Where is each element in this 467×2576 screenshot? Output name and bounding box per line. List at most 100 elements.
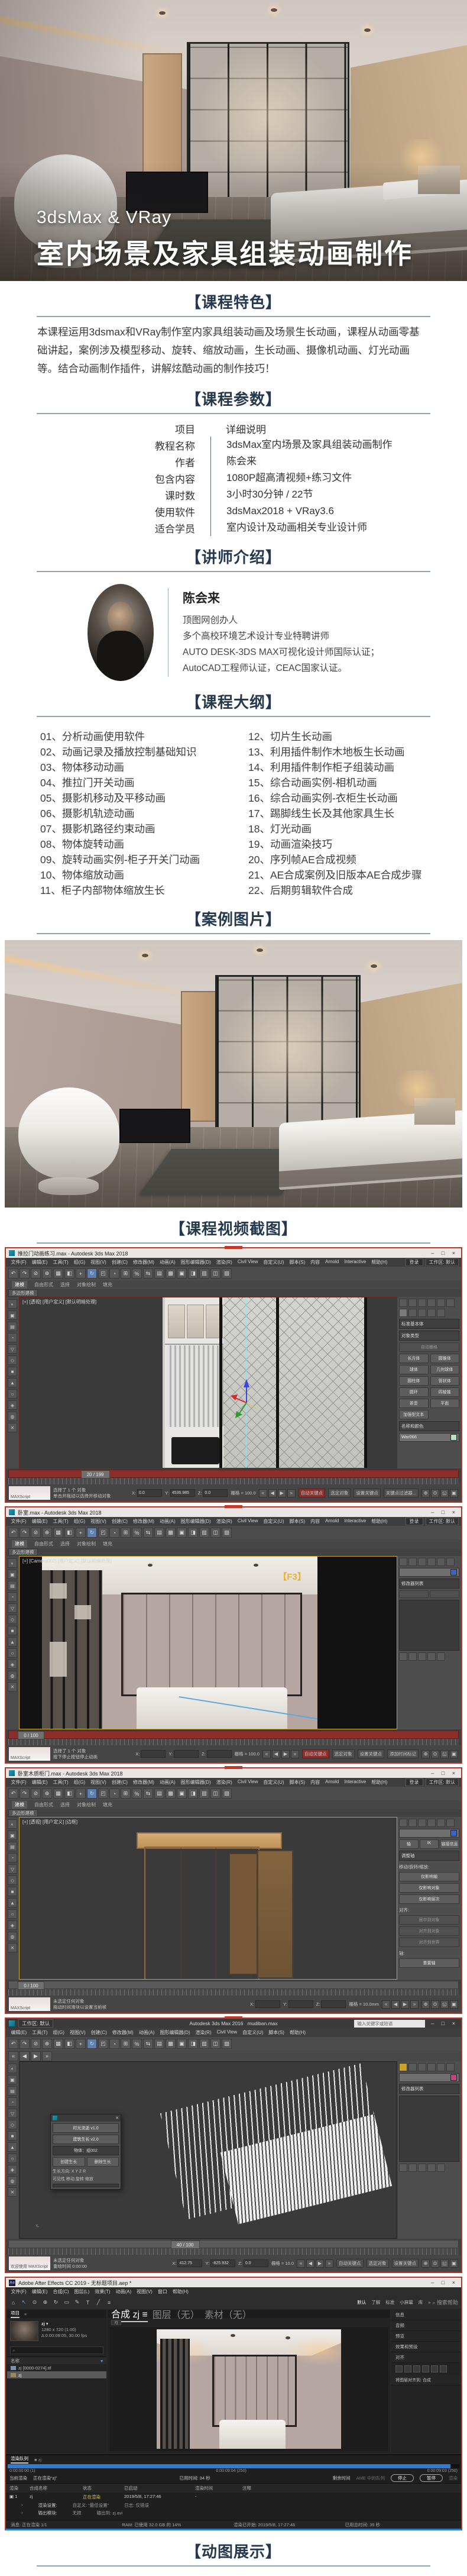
toolbar-icon[interactable]: + [76,1268,86,1279]
toolbar-icon[interactable]: ◀ [20,2051,30,2061]
hierarchy-tab[interactable]: IK [420,1839,439,1849]
setkey-button[interactable]: 设置关键点 [354,1489,381,1497]
growth-channel-checkboxes[interactable]: 可见性 移动 旋转 缩放 [53,2176,119,2182]
toolbar-icon[interactable]: ▧ [222,2039,232,2049]
toolbar-icon[interactable]: ⇆ [143,1528,153,1538]
project-item-selected[interactable]: zj [7,2371,106,2378]
time-tag-button[interactable]: 添加时间标记 [387,1749,419,1758]
menu-item[interactable]: 修改器(M) [109,2029,136,2036]
side-toolbar-icon[interactable]: ■ [8,1887,17,1896]
panel-header[interactable]: 对齐 [391,2352,460,2363]
nav-icon[interactable]: ◱ [440,1489,449,1497]
object-name-field[interactable]: War066 [399,1433,459,1442]
menu-item[interactable]: 图形编辑器(D) [178,1518,213,1525]
menu-item[interactable]: 视图(V) [67,2029,88,2036]
toolbar-icon[interactable]: ⊘ [31,2039,41,2049]
toolbar-icon[interactable]: ⊞ [121,1268,131,1279]
coord-y-field[interactable] [174,1750,199,1758]
menu-item[interactable]: 图形编辑器(D) [178,1779,213,1786]
side-toolbar-icon[interactable]: ▣ [8,2075,17,2084]
panel-header[interactable]: 效果和预设 [391,2342,460,2352]
side-toolbar-icon[interactable]: ◇ [8,2120,17,2129]
menu-item[interactable]: 组(G) [71,1779,88,1786]
side-toolbar-icon[interactable]: ◐ [8,1299,17,1309]
toolbar-icon[interactable]: ⊞ [121,1528,131,1538]
toolbar-icon[interactable]: ⇆ [143,1268,153,1279]
primitive-button[interactable]: 加强型文本 [399,1410,429,1419]
menu-item[interactable]: 视图(V) [88,1779,109,1786]
toolbar-icon[interactable]: + [76,1528,86,1538]
side-toolbar-icon[interactable]: ◔ [8,1853,17,1862]
ribbon-tab[interactable]: 自由形式 [34,1281,53,1288]
coord-z-field[interactable]: 0.0 [203,1489,228,1497]
toolbar-icon[interactable]: ▥ [199,1528,209,1538]
selected-set-dropdown[interactable]: 选定对象 [332,1749,355,1758]
side-toolbar-icon[interactable]: ◔ [8,1333,17,1342]
close-icon[interactable]: ✕ [115,2116,119,2120]
menu-item[interactable]: Civil View [235,1259,261,1266]
comp-navigator-chip[interactable]: zj [111,2320,121,2325]
menu-item[interactable]: 内容 [308,1259,323,1266]
side-toolbar-icon[interactable]: ◍ [8,2176,17,2186]
toolbar-icon[interactable]: ▩ [166,2039,176,2049]
align-icon[interactable] [422,2365,429,2372]
toolbar-icon[interactable]: ◧ [64,2039,74,2049]
side-toolbar-icon[interactable]: ▲ [8,2142,17,2152]
transport-icon[interactable]: « [262,1750,271,1758]
side-toolbar-icon[interactable]: ▤ [8,2086,17,2096]
ribbon-tab[interactable]: 建模 [12,1540,27,1548]
workspace-tab[interactable]: 默认 [357,2299,366,2306]
workspace-tab[interactable]: 标准 [385,2299,394,2306]
workspace-tab[interactable]: 库 [419,2299,423,2306]
stop-button[interactable]: 停止 [391,2474,414,2482]
side-toolbar-icon[interactable]: ◈ [8,1920,17,1930]
menu-item[interactable]: 编辑(E) [8,2029,30,2036]
side-toolbar-icon[interactable]: ◈ [8,1660,17,1669]
tool-icon[interactable]: ⊕ [41,2298,50,2307]
coord-y-field[interactable]: 4536.985 [170,1489,195,1497]
menu-item[interactable]: 自定义(U) [240,2029,266,2036]
nav-icon[interactable]: ◱ [440,2259,449,2268]
ribbon-subtab[interactable]: 多边形建模 [8,1548,38,1556]
menu-item[interactable]: Civil View [214,2029,240,2036]
menu-item[interactable]: 修改器(M) [130,1518,157,1525]
viewport[interactable]: [+] [透视] [用户定义] [默认明暗处理] [19,1297,397,1468]
transport-icon[interactable]: » [291,1750,299,1758]
modifier-list-dropdown[interactable]: 修改器列表 [399,1578,459,1589]
side-toolbar-icon[interactable]: ◍ [8,1671,17,1680]
ribbon-tab[interactable]: 建模 [12,1801,27,1809]
toolbar-icon[interactable]: ▣ [177,1789,187,1799]
queue-comp-chip[interactable]: ■ zj [34,2457,41,2462]
ribbon-subtab[interactable]: 多边形建模 [8,1289,38,1297]
side-toolbar-icon[interactable]: ◇ [8,1615,17,1624]
toolbar-icon[interactable]: ▩ [166,1268,176,1279]
menu-item[interactable]: 图形编辑器(D) [178,1259,213,1266]
toolbar-icon[interactable]: % [132,1268,142,1279]
project-list-header[interactable]: 名称▾ [7,2357,106,2364]
toolbar-icon[interactable]: ▦ [53,2039,63,2049]
time-slider[interactable]: 0 / 100 [8,1981,459,1989]
nav-icon[interactable]: ⊕ [421,2000,430,2009]
menu-item[interactable]: 视图(V) [88,1518,109,1525]
toolbar-icon[interactable]: ◰ [98,1528,108,1538]
side-toolbar-icon[interactable]: ▤ [8,1842,17,1851]
maxscript-mini-listener[interactable]: MAXScript [9,1486,50,1500]
menu-item[interactable]: 修改器(M) [130,1779,157,1786]
time-slider[interactable]: 40 / 100 [8,2240,459,2248]
toolbar-icon[interactable]: ◧ [64,1268,74,1279]
login-button[interactable]: 登录 [406,1518,423,1525]
toolbar-icon[interactable]: ▩ [166,1528,176,1538]
toolbar-icon[interactable]: ▦ [53,1528,63,1538]
side-toolbar-icon[interactable]: ◈ [8,1400,17,1410]
ribbon-tab[interactable]: 选择 [60,1281,70,1288]
selected-set-dropdown[interactable]: 选定对象 [328,1489,351,1497]
menu-item[interactable]: 脚本(S) [266,2029,287,2036]
toolbar-icon[interactable]: ◔ [109,1268,119,1279]
menu-item[interactable]: 渲染(R) [213,1779,235,1786]
time-slider-value[interactable]: 0 / 100 [18,1981,44,1990]
footage-thumbnail[interactable] [10,2321,38,2341]
toolbar-icon[interactable]: ▣ [177,1268,187,1279]
nav-icon[interactable]: ▣ [450,2000,458,2009]
toolbar-icon[interactable]: ◰ [98,1268,108,1279]
time-slider[interactable]: 0 / 100 [8,1731,459,1739]
